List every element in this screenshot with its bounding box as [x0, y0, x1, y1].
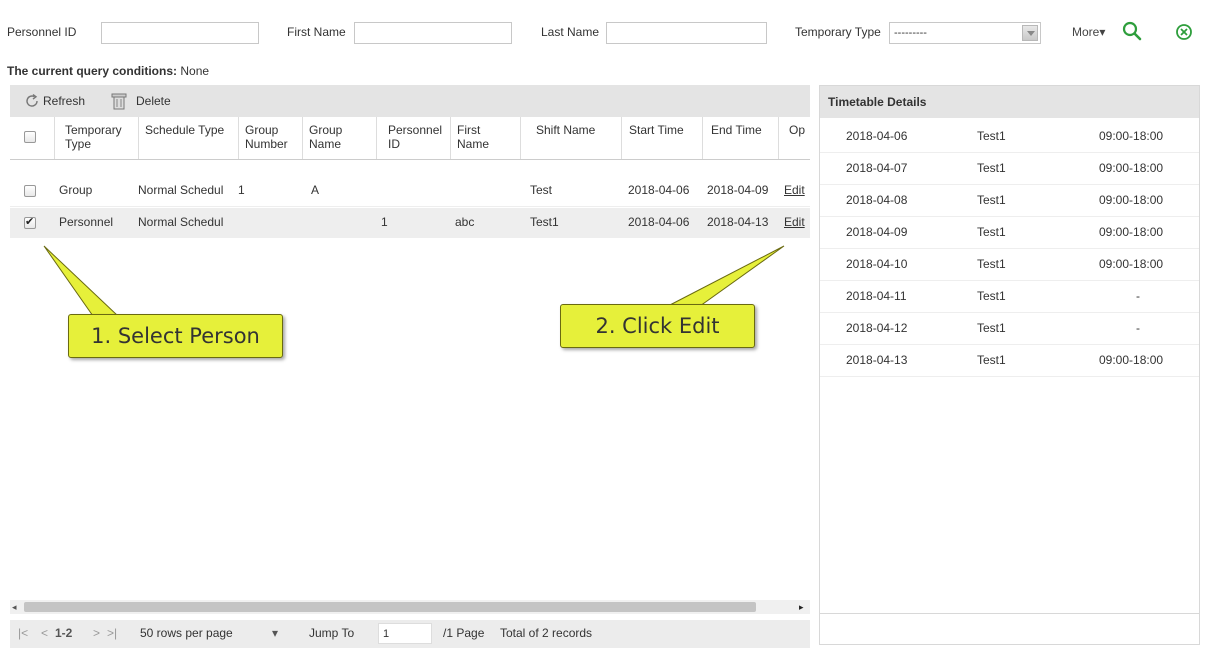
callout-select-person: 1. Select Person [68, 314, 283, 358]
callout-click-edit: 2. Click Edit [560, 304, 755, 348]
